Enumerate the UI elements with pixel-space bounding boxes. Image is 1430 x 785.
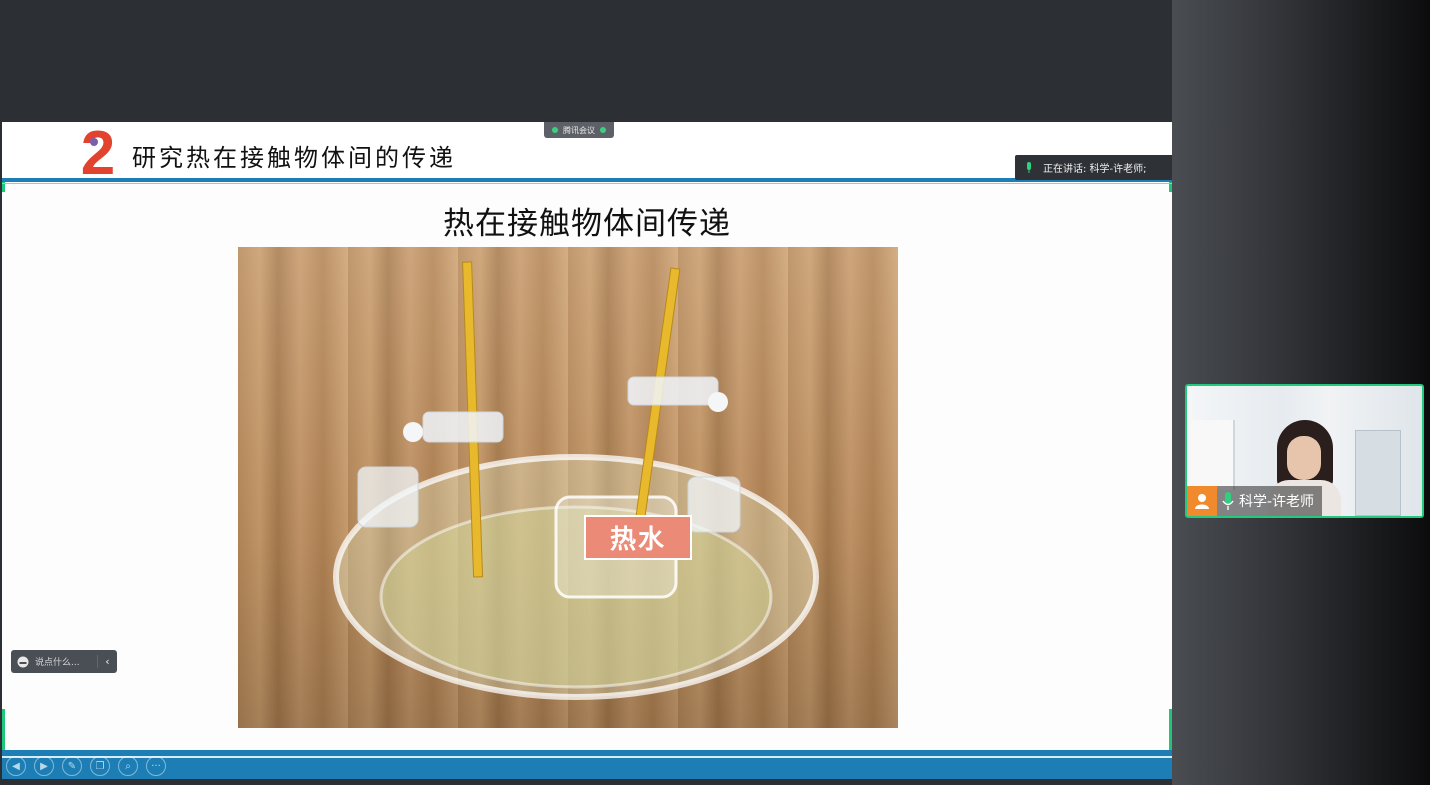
shared-screen-slide: 2 研究热在接触物体间的传递 腾讯会议 正在讲话: 科学-许老师; 热在接触物体… — [2, 122, 1172, 779]
header-divider-thin — [2, 183, 1172, 184]
clamp-right — [627, 376, 719, 406]
copy-icon[interactable]: ❐ — [90, 756, 110, 776]
meeting-app-tag[interactable]: 腾讯会议 — [544, 122, 614, 138]
background-door — [1355, 430, 1401, 516]
clamp-left — [422, 411, 504, 443]
emoji-icon[interactable] — [11, 656, 35, 668]
clamp-left-base — [357, 466, 419, 528]
avatar-icon — [1187, 486, 1217, 516]
meeting-app-name: 腾讯会议 — [563, 125, 595, 135]
status-dot-icon — [600, 127, 606, 133]
pen-icon[interactable]: ✎ — [62, 756, 82, 776]
participant-name: 科学-许老师 — [1239, 494, 1315, 510]
chat-collapse-button[interactable]: ‹ — [97, 655, 117, 668]
clamp-knob — [708, 392, 728, 412]
clamp-right-base — [687, 476, 741, 533]
section-number: 2 — [81, 122, 115, 182]
signal-icon — [552, 127, 558, 133]
hot-water-label: 热水 — [584, 515, 692, 560]
mic-icon — [1015, 161, 1043, 174]
background-shelf — [1191, 420, 1235, 490]
chat-input-box[interactable]: 说点什么... ‹ — [11, 650, 117, 673]
header-divider — [2, 178, 1172, 182]
section-number-badge: 2 — [81, 122, 115, 182]
speaking-text: 正在讲话: 科学-许老师; — [1043, 164, 1147, 175]
speaking-indicator: 正在讲话: 科学-许老师; — [1015, 155, 1172, 180]
mic-icon — [1217, 492, 1239, 510]
participant-face — [1287, 436, 1321, 480]
slide-footer-line — [2, 756, 1172, 758]
participant-video-tile[interactable]: 科学-许老师 — [1185, 384, 1424, 518]
experiment-photo — [238, 247, 898, 728]
bottom-band — [0, 779, 1172, 785]
slide-main-title: 热在接触物体间传递 — [443, 206, 731, 242]
clamp-knob — [403, 422, 423, 442]
chat-placeholder[interactable]: 说点什么... — [35, 655, 97, 668]
badge-dot — [90, 138, 98, 146]
meeting-window: 2 研究热在接触物体间的传递 腾讯会议 正在讲话: 科学-许老师; 热在接触物体… — [0, 0, 1430, 785]
top-toolbar-area — [0, 0, 1172, 122]
section-title: 研究热在接触物体间的传递 — [132, 144, 456, 172]
prev-icon[interactable]: ◀ — [6, 756, 26, 776]
presentation-toolbar: ◀ ▶ ✎ ❐ ⌕ ··· — [6, 756, 166, 776]
next-icon[interactable]: ▶ — [34, 756, 54, 776]
participant-name-bar: 科学-许老师 — [1187, 486, 1323, 516]
more-icon[interactable]: ··· — [146, 756, 166, 776]
zoom-icon[interactable]: ⌕ — [118, 756, 138, 776]
slide-footer-bar — [2, 750, 1172, 779]
experiment-illustration — [333, 261, 819, 700]
